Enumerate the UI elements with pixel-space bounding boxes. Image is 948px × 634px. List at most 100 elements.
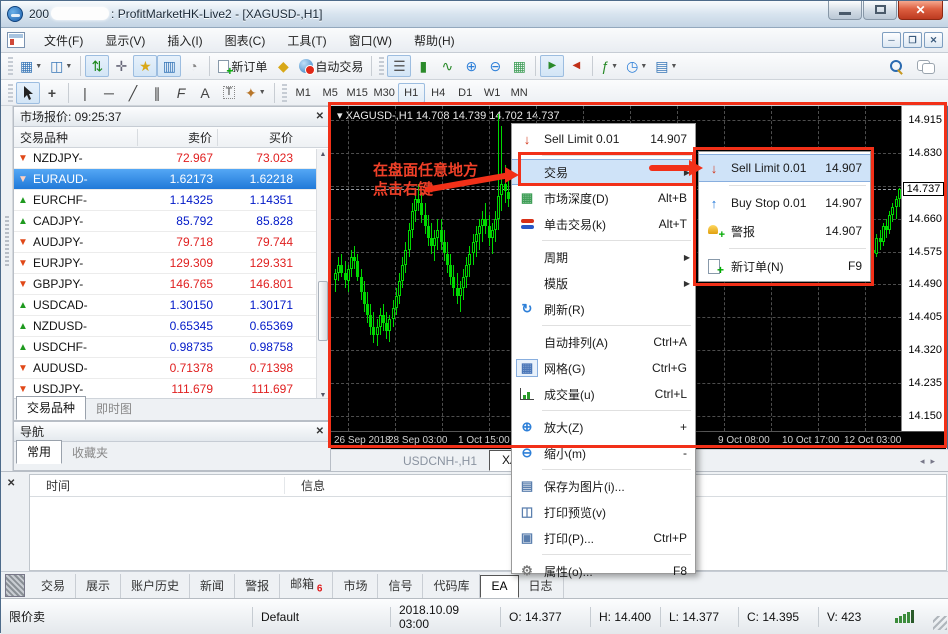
mdi-restore-button[interactable]: ❐	[903, 32, 922, 48]
search-icon[interactable]	[889, 59, 903, 73]
market-watch-tab-交易品种[interactable]: 交易品种	[16, 396, 86, 420]
timeframe-button-m15[interactable]: M15	[344, 83, 371, 103]
context-menu-item[interactable]: ⚙属性(o)...F8	[512, 558, 695, 584]
fibonacci-button[interactable]: F	[169, 82, 193, 104]
horizontal-line-button[interactable]: ─	[97, 82, 121, 104]
timeframe-button-mn[interactable]: MN	[506, 83, 533, 103]
market-watch-header[interactable]: 市场报价: 09:25:37 ✕	[14, 107, 330, 127]
column-time[interactable]: 时间	[30, 477, 285, 494]
line-chart-type-button[interactable]: ∿	[435, 55, 459, 77]
tile-windows-button[interactable]: ▦	[507, 55, 531, 77]
profiles-button[interactable]: ◫▼	[46, 55, 76, 77]
market-watch-row[interactable]: ▲EURCHF-1.143251.14351	[14, 190, 330, 211]
periods-button[interactable]: ◷▼	[622, 55, 651, 77]
menubar-item[interactable]: 显示(V)	[94, 29, 156, 52]
templates-button[interactable]: ▤▼	[651, 55, 681, 77]
market-watch-row[interactable]: ▼EURJPY-129.309129.331	[14, 253, 330, 274]
text-label-button[interactable]: T	[217, 82, 241, 104]
mdi-close-button[interactable]: ✕	[924, 32, 943, 48]
timeframe-button-m5[interactable]: M5	[317, 83, 344, 103]
market-watch-row[interactable]: ▼GBPJPY-146.765146.801	[14, 274, 330, 295]
terminal-tab-信号[interactable]: 信号	[378, 574, 423, 598]
vertical-line-button[interactable]: |	[73, 82, 97, 104]
zoom-out-button[interactable]: ⊖	[483, 55, 507, 77]
toolbar-grip[interactable]	[8, 57, 13, 75]
candle-chart-type-button[interactable]: ▮	[411, 55, 435, 77]
zoom-in-button[interactable]: ⊕	[459, 55, 483, 77]
terminal-tab-市场[interactable]: 市场	[333, 574, 378, 598]
context-menu-item[interactable]: ▤保存为图片(i)...	[512, 473, 695, 499]
trendline-button[interactable]: ╱	[121, 82, 145, 104]
market-watch-row[interactable]: ▼AUDUSD-0.713780.71398	[14, 358, 330, 379]
menubar-item[interactable]: 插入(I)	[156, 29, 213, 52]
arrows-button[interactable]: ✦▼	[241, 82, 270, 104]
auto-scroll-button[interactable]: ▶	[540, 55, 564, 77]
autotrading-button[interactable]: 自动交易	[295, 55, 367, 77]
market-watch-row[interactable]: ▼AUDJPY-79.71879.744	[14, 232, 330, 253]
menubar-item[interactable]: 帮助(H)	[403, 29, 466, 52]
bar-chart-type-button[interactable]: ☰	[387, 55, 411, 77]
toolbar-grip[interactable]	[379, 57, 384, 75]
crosshair-button[interactable]: +	[40, 82, 64, 104]
close-icon[interactable]: ✕	[316, 426, 324, 437]
timeframe-button-m30[interactable]: M30	[371, 83, 398, 103]
text-button[interactable]: A	[193, 82, 217, 104]
menubar-item[interactable]: 文件(F)	[33, 29, 94, 52]
close-button[interactable]: ✕	[898, 1, 943, 20]
toolbar-grip[interactable]	[8, 84, 13, 102]
market-watch-row[interactable]: ▲NZDUSD-0.653450.65369	[14, 316, 330, 337]
channel-button[interactable]: ∥	[145, 82, 169, 104]
terminal-tab-邮箱[interactable]: 邮箱 6	[280, 572, 333, 598]
market-watch-row[interactable]: ▲CADJPY-85.79285.828	[14, 211, 330, 232]
column-message[interactable]: 信息	[285, 477, 325, 494]
chart-tab-USDCNH-,H1[interactable]: USDCNH-,H1	[391, 452, 489, 471]
terminal-tab-账户历史[interactable]: 账户历史	[121, 574, 190, 598]
column-symbol[interactable]: 交易品种	[14, 129, 138, 146]
chart-shift-button[interactable]: ◀	[564, 55, 588, 77]
new-chart-button[interactable]: ▦▼	[16, 55, 46, 77]
indicators-button[interactable]: ƒ▼	[597, 55, 622, 77]
market-watch-row[interactable]: ▲USDCAD-1.301501.30171	[14, 295, 330, 316]
scrollbar-thumb[interactable]	[318, 281, 328, 341]
timeframe-button-w1[interactable]: W1	[479, 83, 506, 103]
mdi-minimize-button[interactable]: ─	[882, 32, 901, 48]
navigator-tab-收藏夹[interactable]: 收藏夹	[62, 442, 118, 464]
column-bid[interactable]: 卖价	[138, 129, 218, 146]
timeframe-button-d1[interactable]: D1	[452, 83, 479, 103]
terminal-tab-代码库[interactable]: 代码库	[423, 574, 480, 598]
cursor-button[interactable]	[16, 82, 40, 104]
market-watch-toggle[interactable]: ⇅	[85, 55, 109, 77]
menubar-item[interactable]: 窗口(W)	[338, 29, 403, 52]
close-icon[interactable]: ✕	[316, 111, 324, 122]
close-icon[interactable]: ✕	[7, 478, 15, 489]
terminal-tab-新闻[interactable]: 新闻	[190, 574, 235, 598]
metaeditor-button[interactable]: ◆	[271, 55, 295, 77]
panel-grip-icon[interactable]	[5, 574, 25, 597]
market-watch-row[interactable]: ▲USDCHF-0.987350.98758	[14, 337, 330, 358]
context-menu-item[interactable]: ◫打印预览(v)	[512, 499, 695, 525]
terminal-tab-展示[interactable]: 展示	[76, 574, 121, 598]
timeframe-button-h4[interactable]: H4	[425, 83, 452, 103]
navigator-header[interactable]: 导航 ✕	[14, 422, 330, 442]
terminal-tab-交易[interactable]: 交易	[31, 574, 76, 598]
menubar-item[interactable]: 工具(T)	[276, 29, 337, 52]
chart-tab-scroll-icons[interactable]: ◂▸	[920, 456, 948, 471]
maximize-button[interactable]	[863, 1, 897, 20]
minimize-button[interactable]	[828, 1, 862, 20]
menubar-item[interactable]: 图表(C)	[214, 29, 277, 52]
data-window-button[interactable]: ✛	[109, 55, 133, 77]
timeframe-button-m1[interactable]: M1	[290, 83, 317, 103]
timeframe-button-h1[interactable]: H1	[398, 83, 425, 103]
market-watch-row[interactable]: ▼EURAUD-1.621731.62218	[14, 169, 330, 190]
strategy-tester-button[interactable]: ◔	[181, 55, 205, 77]
terminal-tab-警报[interactable]: 警报	[235, 574, 280, 598]
context-menu-item[interactable]: ▣打印(P)...Ctrl+P	[512, 525, 695, 551]
dock-grip[interactable]	[5, 216, 9, 268]
column-ask[interactable]: 买价	[218, 129, 298, 146]
terminal-toggle[interactable]: ▥	[157, 55, 181, 77]
navigator-tab-常用[interactable]: 常用	[16, 440, 62, 464]
toolbar-grip[interactable]	[282, 84, 287, 102]
new-order-button[interactable]: 新订单	[214, 55, 271, 77]
market-watch-tab-即时图[interactable]: 即时图	[86, 398, 142, 420]
resize-grip[interactable]	[933, 616, 947, 630]
